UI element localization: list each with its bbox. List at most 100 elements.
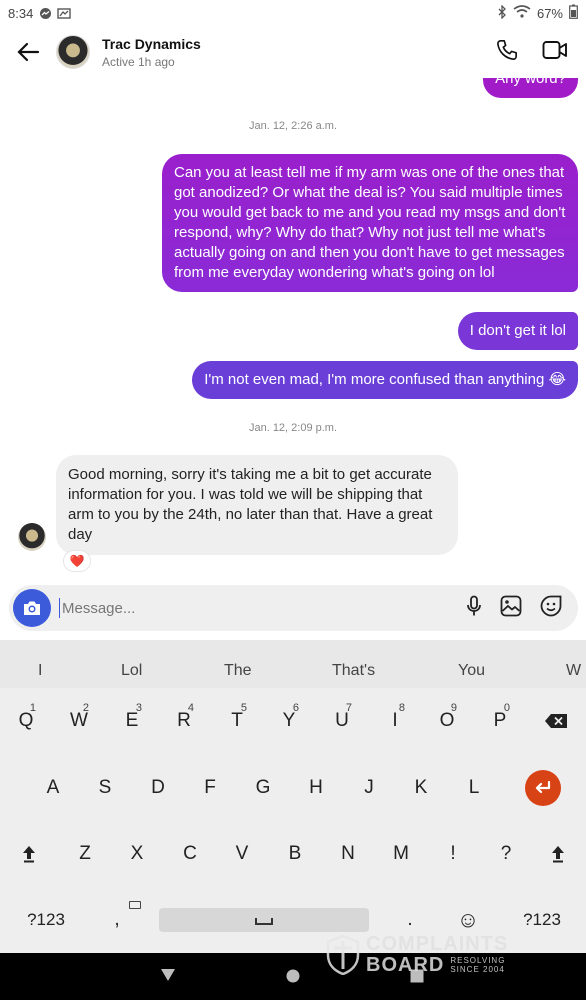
key-r[interactable]: 4R [159,696,209,746]
backspace-icon [545,714,567,728]
phone-icon [497,39,517,60]
circle-icon [286,969,300,983]
key-i[interactable]: 8I [370,696,420,746]
soft-keyboard: I Lol The That's You W 1Q 2W 3E 4R 5T 6Y… [0,640,586,953]
status-time: 8:34 [8,5,34,21]
status-bar: 8:34 67% [0,0,586,26]
backspace-key[interactable] [531,696,581,746]
suggestion[interactable]: That's [332,662,375,680]
shift-key-left[interactable] [4,829,54,879]
key-j[interactable]: J [344,763,394,813]
back-nav-button[interactable] [160,968,176,987]
watermark-tag1: RESOLVING [450,956,506,965]
key-l[interactable]: L [449,763,499,813]
incoming-message[interactable]: Good morning, sorry it's taking me a bit… [56,455,458,555]
video-call-button[interactable] [542,39,568,66]
message-thread[interactable]: Any word? Jan. 12, 2:26 a.m. Can you at … [0,78,586,580]
outgoing-message[interactable]: I don't get it lol [457,312,578,350]
watermark: COMPLAINTS BOARD RESOLVING SINCE 2004 [326,934,508,976]
watermark-tag2: SINCE 2004 [450,965,505,974]
outgoing-message[interactable]: Can you at least tell me if my arm was o… [162,154,578,292]
battery-icon [569,4,578,22]
image-icon [500,595,522,616]
heart-icon: ❤️ [69,554,85,568]
key-h[interactable]: H [291,763,341,813]
key-t[interactable]: 5T [212,696,262,746]
suggestion[interactable]: W [566,662,581,680]
symbols-key-left[interactable]: ?123 [18,895,74,945]
key-b[interactable]: B [270,829,320,879]
outgoing-message-partial[interactable]: Any word? [483,78,578,98]
key-question[interactable]: ? [481,829,531,879]
sender-avatar[interactable] [18,523,46,551]
key-z[interactable]: Z [60,829,110,879]
key-v[interactable]: V [217,829,267,879]
suggestion[interactable]: You [458,662,485,680]
contact-active-status: Active 1h ago [102,54,175,69]
shift-key-right[interactable] [533,829,583,879]
heart-reaction[interactable]: ❤️ [63,550,91,572]
triangle-down-icon [161,969,175,981]
suggestion[interactable]: I [38,662,42,680]
key-k[interactable]: K [396,763,446,813]
message-input[interactable] [59,598,466,618]
key-w[interactable]: 2W [54,696,104,746]
key-f[interactable]: F [185,763,235,813]
shift-icon [552,846,564,863]
arrow-left-icon [17,42,40,62]
symbols-key-right[interactable]: ?123 [512,895,572,945]
back-button[interactable] [0,26,56,78]
watermark-line1: COMPLAINTS [366,933,509,955]
enter-key[interactable] [525,770,561,806]
key-g[interactable]: G [238,763,288,813]
chat-header: Trac Dynamics Active 1h ago [0,26,586,78]
keyboard-settings-icon [129,901,141,909]
camera-button[interactable] [13,589,51,627]
space-bar-icon [255,918,273,925]
smiley-icon: ☺ [456,907,480,932]
outgoing-message[interactable]: I'm not even mad, I'm more confused than… [192,361,578,399]
gallery-button[interactable] [500,595,522,622]
key-x[interactable]: X [112,829,162,879]
key-a[interactable]: A [28,763,78,813]
microphone-icon [467,595,481,615]
timestamp: Jan. 12, 2:26 a.m. [248,120,338,132]
watermark-line2: BOARD [366,954,445,976]
contact-avatar[interactable] [56,35,90,69]
shift-icon [23,846,35,863]
messenger-notification-icon [39,7,52,20]
enter-arrow-icon [535,781,551,794]
key-s[interactable]: S [80,763,130,813]
voice-message-button[interactable] [466,595,482,622]
battery-percent: 67% [536,5,563,21]
shield-logo-icon [326,935,360,975]
comma-key[interactable]: , [92,895,142,945]
space-key[interactable] [159,908,369,932]
key-p[interactable]: 0P [475,696,525,746]
key-o[interactable]: 9O [422,696,472,746]
message-composer [9,585,578,631]
wifi-icon [513,5,531,21]
sticker-button[interactable] [540,595,562,622]
suggestion[interactable]: The [224,662,252,680]
key-d[interactable]: D [133,763,183,813]
voice-call-button[interactable] [496,39,518,66]
sticker-icon [540,595,562,616]
video-camera-icon [542,40,567,59]
suggestion-strip: I Lol The That's You W [0,640,586,688]
timestamp: Jan. 12, 2:09 p.m. [248,422,338,434]
key-y[interactable]: 6Y [264,696,314,746]
key-u[interactable]: 7U [317,696,367,746]
key-q[interactable]: 1Q [1,696,51,746]
key-exclamation[interactable]: ! [428,829,478,879]
key-m[interactable]: M [376,829,426,879]
photo-notification-icon [57,7,72,20]
home-nav-button[interactable] [286,969,300,988]
key-e[interactable]: 3E [107,696,157,746]
key-n[interactable]: N [323,829,373,879]
suggestion[interactable]: Lol [121,662,142,680]
contact-name[interactable]: Trac Dynamics [102,36,201,52]
bluetooth-icon [497,3,507,22]
key-c[interactable]: C [165,829,215,879]
camera-icon [24,601,40,615]
